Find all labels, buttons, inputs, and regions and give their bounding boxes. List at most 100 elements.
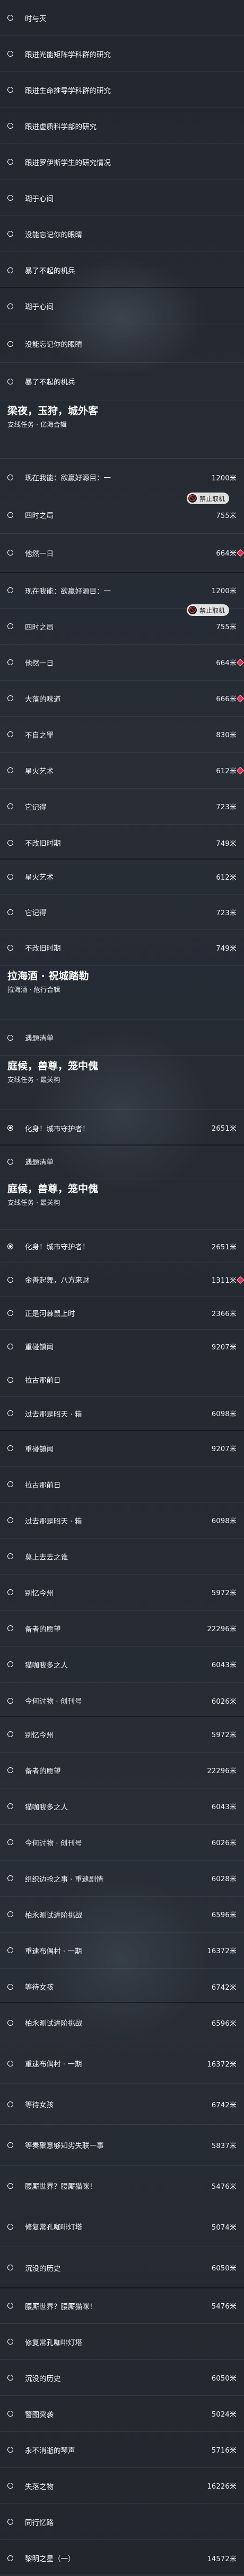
radio-circle-icon[interactable] [7, 659, 13, 665]
quest-item[interactable]: 瑚于心间 [0, 288, 244, 325]
quest-item[interactable]: 他然一日 664米 [0, 534, 244, 571]
radio-circle-icon[interactable] [7, 1410, 13, 1416]
radio-circle-icon[interactable] [7, 1983, 13, 1990]
radio-circle-icon[interactable] [7, 1243, 13, 1249]
radio-circle-icon[interactable] [7, 341, 13, 347]
radio-circle-icon[interactable] [7, 1343, 13, 1349]
quest-item[interactable]: 正是河棘鼠上时 2366米 [0, 1296, 244, 1330]
radio-circle-icon[interactable] [7, 1553, 13, 1559]
quest-item[interactable]: 等待女孩 6742米 [0, 1969, 244, 2005]
radio-circle-icon[interactable] [7, 2303, 13, 2309]
quest-item[interactable]: 同行忆路 [0, 2504, 244, 2540]
quest-item[interactable]: 莫上去去之谁 [0, 1539, 244, 1575]
quest-item[interactable]: 它记得 723米 [0, 895, 244, 930]
radio-circle-icon[interactable] [7, 2555, 13, 2561]
no-entry-badge[interactable]: 🚫 禁止取机 [187, 604, 230, 616]
quest-item[interactable]: 等待女孩 6742米 [0, 2084, 244, 2125]
radio-circle-icon[interactable] [7, 767, 13, 773]
quest-item[interactable]: 不改旧时期 749米 [0, 825, 244, 861]
radio-circle-icon[interactable] [7, 512, 13, 518]
radio-circle-icon[interactable] [7, 2519, 13, 2525]
quest-item[interactable]: 别忆今州 5972米 [0, 1716, 244, 1752]
quest-item[interactable]: 沉没的历史 6050米 [0, 2360, 244, 2396]
radio-circle-icon[interactable] [7, 1158, 13, 1165]
quest-item[interactable]: 遇题清单 [0, 1145, 244, 1178]
quest-item[interactable]: 组织边抢之事 · 重逮剧情 6028米 [0, 1861, 244, 1897]
quest-item[interactable]: 化身！城市守护者！ 2651米 [0, 1110, 244, 1146]
radio-circle-icon[interactable] [7, 1517, 13, 1523]
quest-item[interactable]: 没能忘记你的眼睛 [0, 216, 244, 252]
quest-item[interactable]: 大落的味道 666米 [0, 681, 244, 717]
quest-item[interactable]: 失落之物 16226米 [0, 2468, 244, 2504]
radio-circle-icon[interactable] [7, 1276, 13, 1283]
quest-item[interactable]: 拉古那前日 [0, 1466, 244, 1502]
quest-item[interactable]: 跟进罗伊斯学生的研究情况 [0, 144, 244, 180]
map-pin-diamond-icon[interactable] [236, 549, 244, 557]
radio-circle-icon[interactable] [7, 2019, 13, 2026]
quest-item[interactable]: 黎明之星（一） 14572米 [0, 2540, 244, 2576]
quest-item[interactable]: 备者的愿望 22296米 [0, 1611, 244, 1647]
radio-circle-icon[interactable] [7, 2447, 13, 2453]
quest-item[interactable]: 永不消逝的琴声 5716米 [0, 2432, 244, 2468]
quest-item[interactable]: 他然一日 664米 [0, 645, 244, 681]
radio-circle-icon[interactable] [7, 267, 13, 273]
quest-item[interactable]: 过去那是昭天 · 箱 6098米 [0, 1397, 244, 1430]
quest-item[interactable]: 猫咖我多之人 6043米 [0, 1647, 244, 1683]
quest-item[interactable]: 腰厮世界？腰厮猫咪！ 5476米 [0, 2166, 244, 2206]
radio-circle-icon[interactable] [7, 87, 13, 93]
radio-circle-icon[interactable] [7, 623, 13, 629]
radio-circle-icon[interactable] [7, 1376, 13, 1383]
radio-circle-icon[interactable] [7, 1589, 13, 1595]
radio-circle-icon[interactable] [7, 1125, 13, 1131]
quest-item[interactable]: 沉没的历史 6050米 [0, 2247, 244, 2288]
quest-item[interactable]: 重碰镇闻 9207米 [0, 1430, 244, 1466]
quest-item[interactable]: 星火艺术 612米 [0, 859, 244, 895]
quest-item[interactable]: 现在我能：欲赢好源目：一 1200米 [0, 573, 244, 609]
radio-circle-icon[interactable] [7, 1947, 13, 1953]
quest-item[interactable]: 瑚于心间 [0, 180, 244, 216]
quest-item[interactable]: 暴了不起的机兵 [0, 252, 244, 288]
radio-circle-icon[interactable] [7, 2060, 13, 2067]
quest-item[interactable]: 不自之罪 830米 [0, 717, 244, 753]
quest-item[interactable]: 跟进生命推导学科群的研究 [0, 72, 244, 108]
quest-item[interactable]: 别忆今州 5972米 [0, 1575, 244, 1611]
radio-circle-icon[interactable] [7, 2339, 13, 2345]
radio-circle-icon[interactable] [7, 15, 13, 21]
radio-circle-icon[interactable] [7, 1839, 13, 1845]
radio-circle-icon[interactable] [7, 2265, 13, 2270]
quest-item[interactable]: 拉古那前日 [0, 1363, 244, 1397]
quest-item[interactable]: 重碰镇闻 9207米 [0, 1330, 244, 1363]
quest-item[interactable]: 跟进虚质科学部的研究 [0, 108, 244, 144]
quest-item[interactable]: 暴了不起的机兵 [0, 363, 244, 400]
radio-circle-icon[interactable] [7, 2483, 13, 2489]
radio-circle-icon[interactable] [7, 1661, 13, 1667]
radio-circle-icon[interactable] [7, 51, 13, 57]
radio-circle-icon[interactable] [7, 731, 13, 737]
quest-item[interactable]: 猫咖我多之人 6043米 [0, 1788, 244, 1824]
radio-circle-icon[interactable] [7, 1911, 13, 1917]
radio-circle-icon[interactable] [7, 944, 13, 951]
radio-circle-icon[interactable] [7, 2142, 13, 2148]
radio-circle-icon[interactable] [7, 1310, 13, 1316]
radio-circle-icon[interactable] [7, 873, 13, 880]
radio-circle-icon[interactable] [7, 303, 13, 309]
radio-circle-icon[interactable] [7, 1625, 13, 1631]
radio-circle-icon[interactable] [7, 1034, 13, 1041]
quest-item[interactable]: 现在我能：欲赢好源目：一 1200米 [0, 459, 244, 496]
quest-item[interactable]: 时与灭 [0, 0, 244, 36]
quest-item[interactable]: 柏永测试进阶挑战 6596米 [0, 1897, 244, 1933]
quest-item[interactable]: 备者的愿望 22296米 [0, 1752, 244, 1788]
radio-circle-icon[interactable] [7, 159, 13, 165]
radio-circle-icon[interactable] [7, 195, 13, 201]
radio-circle-icon[interactable] [7, 2375, 13, 2381]
quest-item[interactable]: 等奏聚意够知劣失联一事 5837米 [0, 2125, 244, 2166]
radio-circle-icon[interactable] [7, 550, 13, 556]
no-entry-badge[interactable]: 🚫 禁止取机 [187, 493, 230, 504]
radio-circle-icon[interactable] [7, 2101, 13, 2107]
radio-circle-icon[interactable] [7, 2183, 13, 2189]
quest-item[interactable]: 它记得 723米 [0, 789, 244, 825]
quest-item[interactable]: 今何讨物 · 创刊号 6026米 [0, 1824, 244, 1861]
radio-circle-icon[interactable] [7, 378, 13, 384]
radio-circle-icon[interactable] [7, 123, 13, 129]
radio-circle-icon[interactable] [7, 474, 13, 480]
